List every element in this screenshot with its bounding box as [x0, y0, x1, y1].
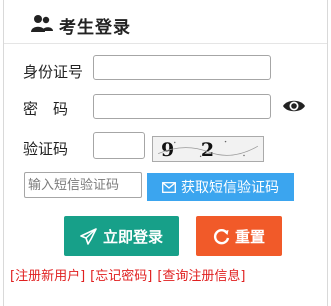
forgot-password-link[interactable]: [忘记密码]: [90, 269, 152, 284]
get-sms-code-label: 获取短信验证码: [181, 180, 279, 196]
reset-label: 重置: [234, 227, 265, 246]
get-sms-code-button[interactable]: 获取短信验证码: [147, 173, 294, 201]
refresh-icon: [213, 228, 230, 244]
reset-button[interactable]: 重置: [196, 216, 282, 256]
id-number-input[interactable]: [93, 55, 271, 80]
register-link[interactable]: [注册新用户]: [10, 269, 85, 284]
login-label: 立即登录: [102, 227, 163, 246]
bottom-links: [注册新用户] [忘记密码] [查询注册信息]: [10, 265, 330, 284]
sms-code-input[interactable]: [24, 172, 142, 198]
mail-icon: [162, 181, 176, 193]
captcha-text: 9 2 0 3: [161, 139, 225, 161]
query-registration-link[interactable]: [查询注册信息]: [157, 269, 245, 284]
password-label: 密 码: [23, 100, 69, 118]
eye-icon[interactable]: [282, 98, 306, 114]
send-icon: [80, 227, 97, 245]
captcha-label: 验证码: [23, 140, 69, 158]
panel-header: 考生登录: [4, 0, 327, 44]
page-title: 考生登录: [59, 18, 131, 38]
password-input[interactable]: [93, 94, 271, 119]
id-number-label: 身份证号: [23, 63, 84, 81]
captcha-image[interactable]: 9 2 0 3: [152, 136, 264, 162]
login-button[interactable]: 立即登录: [64, 216, 179, 256]
user-group-icon: [31, 15, 53, 32]
login-panel: 考生登录 身份证号 密 码 验证码 9 2 0 3 获取短信验证码: [3, 0, 328, 306]
captcha-input[interactable]: [93, 132, 145, 159]
